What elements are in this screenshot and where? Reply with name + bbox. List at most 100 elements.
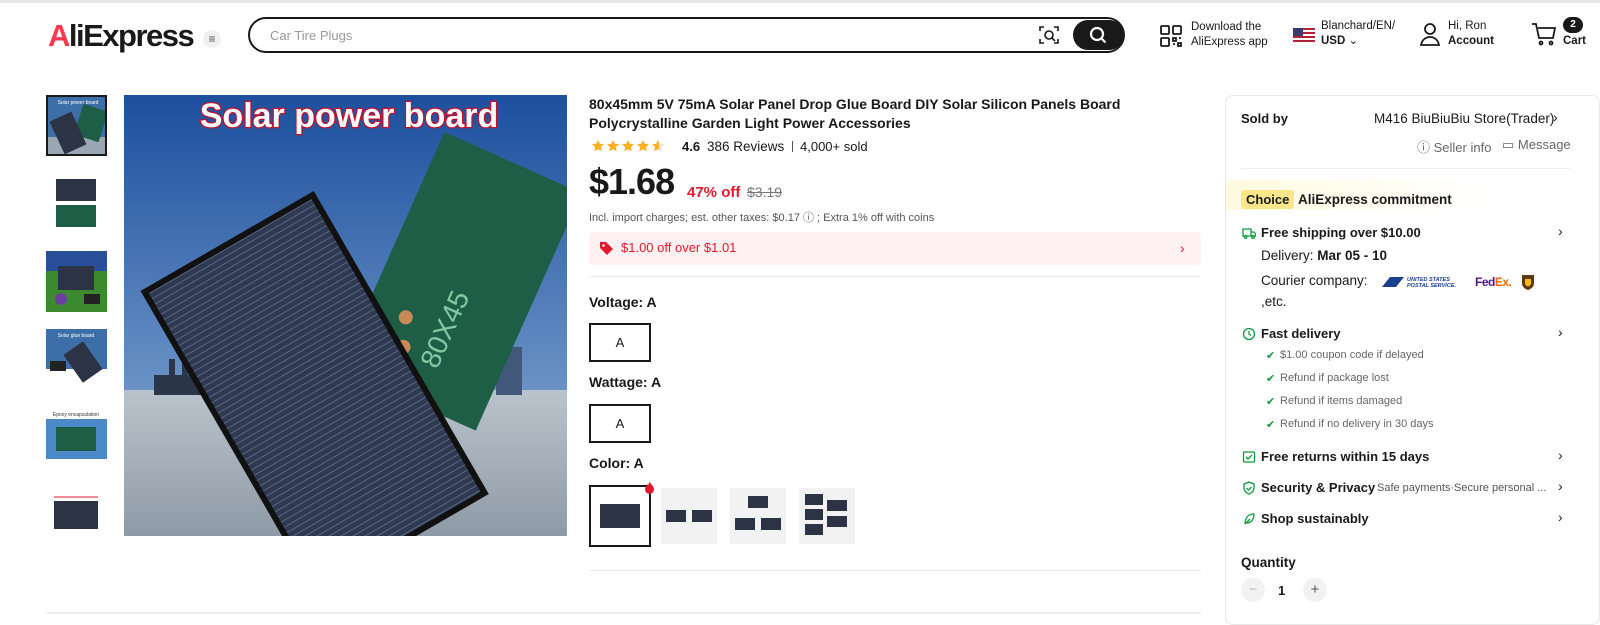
- quantity-increase-button[interactable]: +: [1303, 578, 1327, 602]
- reviews-link[interactable]: 386 Reviews: [707, 139, 784, 154]
- color-swatch-b[interactable]: [661, 488, 717, 544]
- thumbnail-6[interactable]: [46, 485, 107, 546]
- chevron-right-icon: ›: [1558, 447, 1563, 463]
- message-link[interactable]: ▭ Message: [1502, 137, 1571, 153]
- cart-icon[interactable]: [1531, 22, 1557, 46]
- sold-by-label: Sold by: [1241, 111, 1288, 126]
- account-menu[interactable]: Hi, Ron Account: [1448, 19, 1494, 49]
- free-shipping-row[interactable]: Free shipping over $10.00: [1261, 225, 1421, 240]
- choice-badge: Choice: [1241, 190, 1295, 209]
- color-label: Color: A: [589, 455, 644, 471]
- download-line-2: AliExpress app: [1191, 36, 1268, 48]
- shield-icon: [1243, 481, 1255, 495]
- image-search-icon[interactable]: [1038, 24, 1060, 46]
- menu-icon[interactable]: ≡: [203, 30, 221, 48]
- shop-sustainably-row[interactable]: Shop sustainably: [1261, 511, 1369, 526]
- delivery-info: Delivery: Mar 05 - 10: [1261, 248, 1387, 263]
- divider: [589, 570, 1201, 571]
- thumbnail-4[interactable]: Solar glue board: [46, 329, 107, 390]
- usps-logo: UNITED STATES POSTAL SERVICE.: [1380, 274, 1469, 290]
- info-icon: ⓘ: [1417, 140, 1434, 155]
- star-icon: [592, 140, 604, 152]
- download-app-link[interactable]: Download the AliExpress app: [1191, 20, 1268, 50]
- truck-icon: [1242, 228, 1256, 239]
- check-icon: ✔: [1266, 373, 1276, 385]
- account-label: Account: [1448, 35, 1494, 47]
- delivery-dates: Mar 05 - 10: [1317, 248, 1388, 263]
- us-flag-icon: [1293, 28, 1315, 42]
- courier-label: Courier company:: [1261, 273, 1368, 288]
- rating-stars[interactable]: [591, 139, 666, 158]
- svg-text:Solar glue board: Solar glue board: [58, 333, 95, 339]
- aliexpress-logo[interactable]: AliExpress: [48, 18, 195, 54]
- original-price: $3.19: [747, 184, 783, 200]
- fast-item-1: $1.00 coupon code if delayed: [1280, 349, 1424, 361]
- hot-icon: [645, 481, 654, 494]
- delivery-label: Delivery:: [1261, 248, 1314, 263]
- divider: [1241, 168, 1570, 169]
- fedex-logo: FedEx.: [1475, 275, 1512, 289]
- qr-code-icon[interactable]: [1159, 24, 1183, 48]
- quantity-label: Quantity: [1241, 555, 1296, 570]
- chevron-right-icon: ›: [1558, 223, 1563, 239]
- chevron-right-icon: ›: [1553, 109, 1558, 125]
- voltage-option-a[interactable]: A: [589, 323, 651, 362]
- half-star-icon: [652, 140, 664, 152]
- thumbnail-3[interactable]: [46, 251, 107, 312]
- currency-label: USD: [1321, 35, 1346, 47]
- search-button[interactable]: [1073, 20, 1124, 50]
- seller-info-link[interactable]: ⓘ Seller info: [1417, 137, 1491, 156]
- leaf-icon: [1244, 513, 1255, 525]
- search-input[interactable]: [270, 25, 990, 45]
- thumbnail-1[interactable]: Solar power board: [46, 95, 107, 156]
- taxes-note: Incl. import charges; est. other taxes: …: [589, 212, 935, 224]
- user-icon[interactable]: [1419, 22, 1441, 46]
- coupon-text: $1.00 off over $1.01: [621, 240, 737, 255]
- search-bar[interactable]: [248, 17, 1125, 53]
- wattage-option-a[interactable]: A: [589, 404, 651, 443]
- rating-value: 4.6: [682, 139, 701, 154]
- thumbnail-2[interactable]: [46, 173, 107, 234]
- chevron-right-icon: ›: [1558, 478, 1563, 494]
- image-caption: Solar power board: [200, 97, 499, 135]
- color-swatch-c[interactable]: [730, 488, 786, 544]
- current-price: $1.68: [589, 161, 675, 202]
- security-privacy-row[interactable]: Security & Privacy: [1261, 480, 1375, 495]
- top-border: [0, 0, 1600, 3]
- chevron-right-icon: ›: [1180, 240, 1185, 256]
- security-note: Safe payments·Secure personal ...: [1377, 482, 1547, 494]
- language-currency-selector[interactable]: Blanchard/EN/ USD ⌄: [1321, 19, 1395, 49]
- color-swatch-d[interactable]: [799, 488, 855, 544]
- ups-logo: [1522, 275, 1534, 290]
- free-returns-row[interactable]: Free returns within 15 days: [1261, 449, 1429, 464]
- seller-info-label: Seller info: [1433, 140, 1492, 155]
- check-icon: ✔: [1266, 396, 1276, 408]
- chat-icon: ▭: [1502, 137, 1518, 152]
- divider: [792, 141, 793, 152]
- product-title: 80x45mm 5V 75mA Solar Panel Drop Glue Bo…: [589, 96, 1121, 131]
- divider: [589, 276, 1201, 277]
- check-icon: ✔: [1266, 350, 1276, 362]
- quantity-value[interactable]: 1: [1278, 583, 1285, 598]
- chevron-right-icon: ›: [1558, 509, 1563, 525]
- lang-line-1: Blanchard/EN/: [1321, 20, 1396, 32]
- star-icon: [622, 140, 634, 152]
- fast-item-4: Refund if no delivery in 30 days: [1280, 418, 1434, 430]
- tag-icon: [600, 242, 613, 255]
- courier-etc: ,etc.: [1261, 294, 1287, 309]
- main-product-image[interactable]: 80X45 Solar power board: [124, 95, 567, 536]
- quantity-decrease-button[interactable]: −: [1241, 578, 1265, 602]
- cart-label[interactable]: Cart: [1563, 35, 1586, 47]
- voltage-label: Voltage: A: [589, 294, 657, 310]
- store-name-link[interactable]: M416 BiuBiuBiu Store(Trader): [1374, 111, 1554, 126]
- message-label: Message: [1517, 137, 1571, 152]
- fast-delivery-row[interactable]: Fast delivery: [1261, 326, 1341, 341]
- color-swatch-a[interactable]: [589, 485, 651, 547]
- svg-text:Epoxy encapsulation: Epoxy encapsulation: [53, 412, 99, 418]
- wattage-label: Wattage: A: [589, 374, 662, 390]
- commitment-title: AliExpress commitment: [1298, 192, 1452, 207]
- return-box-icon: [1242, 451, 1256, 463]
- thumbnail-5[interactable]: Epoxy encapsulation: [46, 407, 107, 468]
- chevron-right-icon: ›: [1558, 324, 1563, 340]
- sold-count: 4,000+ sold: [800, 139, 868, 154]
